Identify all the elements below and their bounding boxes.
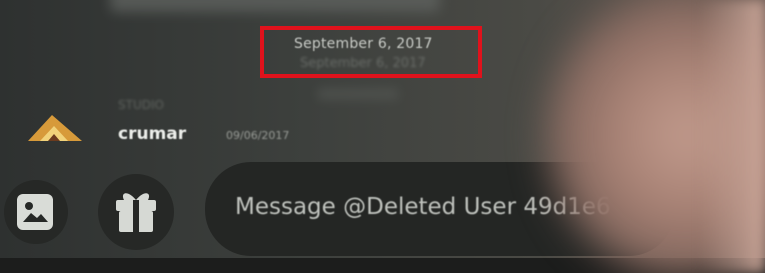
gift-button[interactable]: [98, 174, 174, 250]
red-highlight-box: [260, 26, 482, 78]
image-upload-icon: [17, 194, 53, 230]
message-timestamp: 09/06/2017: [226, 129, 290, 142]
chat-screen: September 6, 2017 September 6, 2017 STUD…: [0, 0, 765, 273]
edge-occlusion: [700, 0, 765, 273]
message-placeholder: Message @Deleted User 49d1e6: [235, 194, 611, 220]
avatar[interactable]: [26, 112, 86, 142]
attach-button[interactable]: [4, 180, 68, 244]
username[interactable]: crumar: [118, 124, 186, 144]
avatar-icon: [28, 115, 82, 141]
gift-icon: [114, 188, 158, 234]
role-label: STUDIO: [118, 98, 164, 112]
blurred-previous-message: [110, 0, 440, 12]
message-row[interactable]: STUDIO crumar 09/06/2017: [0, 94, 520, 150]
date-divider: September 6, 2017 September 6, 2017: [260, 26, 490, 84]
